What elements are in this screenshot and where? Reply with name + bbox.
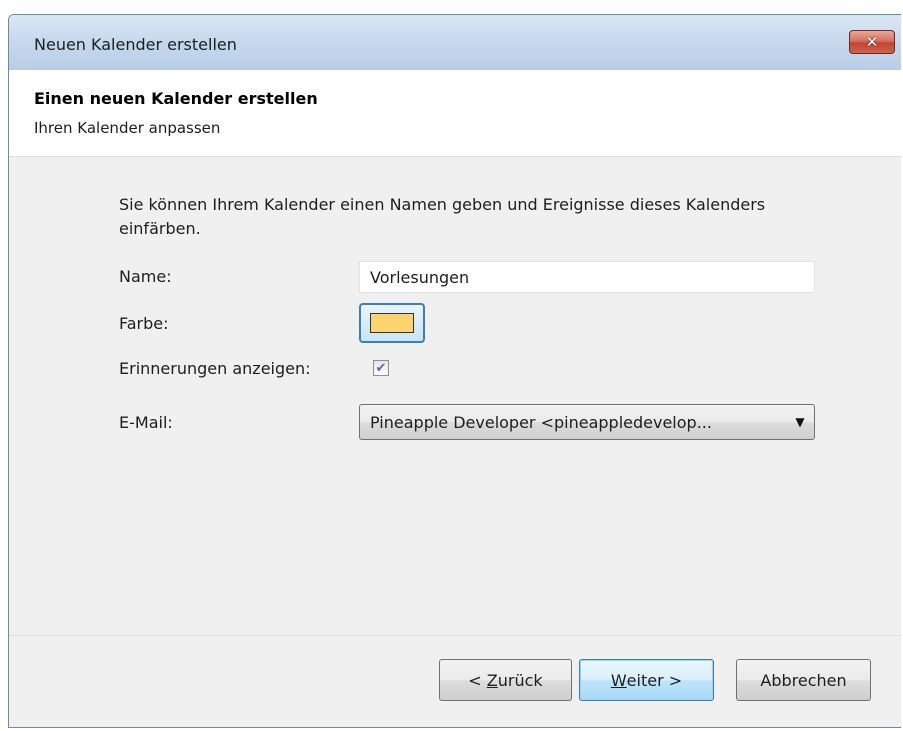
next-button[interactable]: Weiter > [579,659,714,701]
back-button-mnemonic: Z [486,670,498,690]
email-label: E-Mail: [119,413,173,432]
cancel-button[interactable]: Abbrechen [736,659,871,701]
wizard-header: Einen neuen Kalender erstellen Ihren Kal… [9,70,901,157]
window-title: Neuen Kalender erstellen [34,35,237,54]
wizard-content: Sie können Ihrem Kalender einen Namen ge… [9,157,901,635]
new-calendar-dialog: Neuen Kalender erstellen ✕ Einen neuen K… [8,14,901,728]
next-button-label: eiter > [626,670,683,690]
name-label: Name: [119,267,172,286]
title-bar: Neuen Kalender erstellen ✕ [9,15,901,70]
email-selected-value: Pineapple Developer <pineappledevelop... [370,412,712,432]
close-button[interactable]: ✕ [849,30,895,54]
color-swatch [370,313,414,333]
reminders-checkbox[interactable]: ✔ [373,360,389,376]
color-label: Farbe: [119,314,169,333]
back-button-label: urück [497,670,543,690]
color-picker-button[interactable] [359,303,425,343]
close-icon: ✕ [865,33,879,51]
description-text: Sie können Ihrem Kalender einen Namen ge… [119,195,766,238]
email-select[interactable]: Pineapple Developer <pineappledevelop...… [359,404,815,440]
checkmark-icon: ✔ [375,360,387,376]
next-button-mnemonic: W [610,670,627,690]
reminders-label: Erinnerungen anzeigen: [119,359,311,378]
name-input[interactable] [359,261,815,293]
back-button[interactable]: < Zurück [439,659,572,701]
page-title: Einen neuen Kalender erstellen [34,89,318,108]
cancel-button-label: Abbrechen [760,670,847,690]
chevron-down-icon: ▼ [795,415,805,429]
back-button-prefix: < [468,670,487,690]
wizard-footer: < Zurück Weiter > Abbrechen [9,635,901,727]
page-subtitle: Ihren Kalender anpassen [34,119,221,137]
